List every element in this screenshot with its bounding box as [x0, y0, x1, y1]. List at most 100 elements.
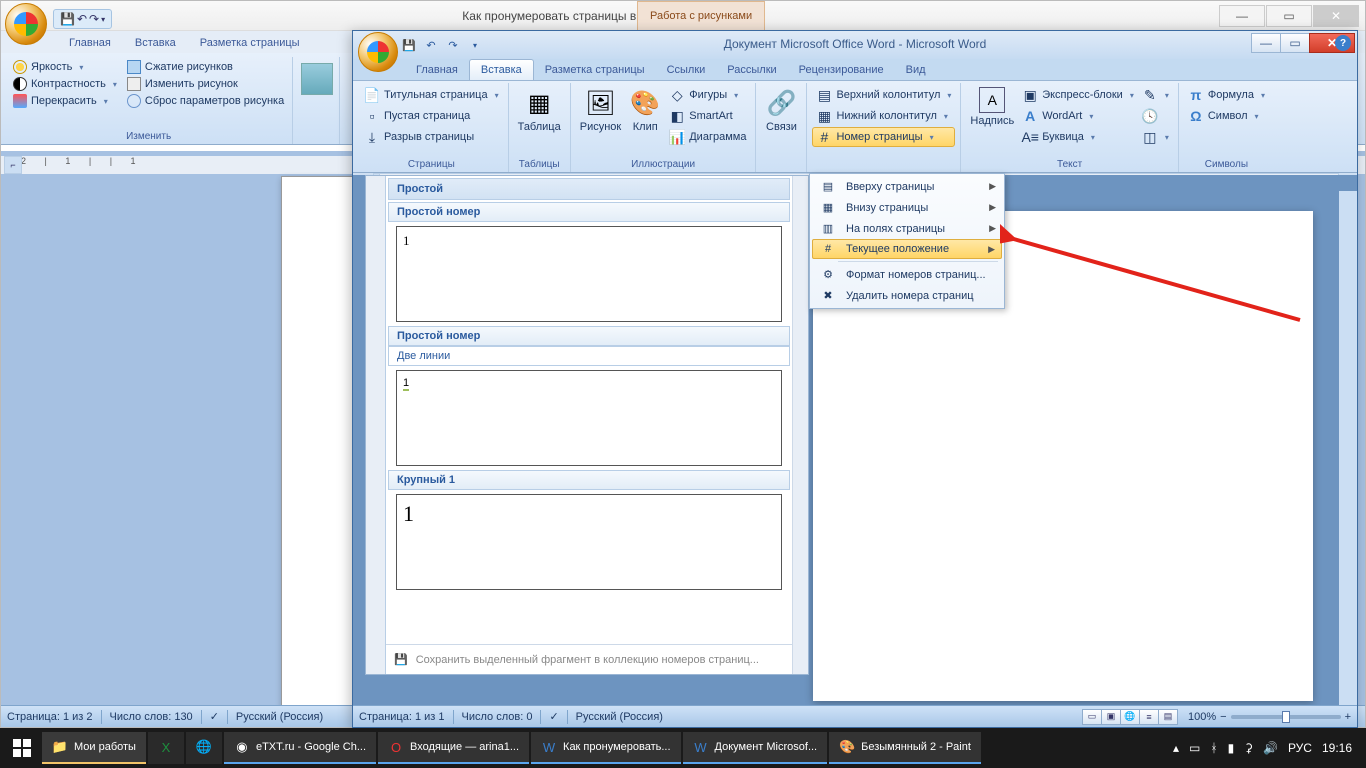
tray-action-icon[interactable]: ▭: [1189, 741, 1200, 755]
view-web[interactable]: 🌐: [1120, 709, 1140, 725]
gallery-item-simple-1[interactable]: Простой номер 1: [388, 202, 790, 322]
view-draft[interactable]: ▤: [1158, 709, 1178, 725]
bg-tab-home[interactable]: Главная: [57, 33, 123, 53]
taskbar-opera[interactable]: OВходящие — arina1...: [378, 732, 529, 764]
btn-chart[interactable]: 📊Диаграмма: [665, 127, 750, 147]
fg-tab-refs[interactable]: Ссылки: [656, 60, 717, 80]
btn-page-break[interactable]: ⤓Разрыв страницы: [360, 127, 503, 147]
btn-dropcap[interactable]: A≡Буквица: [1018, 127, 1138, 147]
bg-btn-reset[interactable]: Сброс параметров рисунка: [125, 93, 286, 109]
fg-maximize-button[interactable]: ▭: [1280, 33, 1310, 53]
btn-shapes[interactable]: ◇Фигуры: [665, 85, 750, 105]
menu-bottom-of-page[interactable]: ▦Внизу страницы▶: [812, 197, 1002, 218]
save-icon[interactable]: 💾: [60, 12, 75, 26]
fg-status-proof-icon[interactable]: ✓: [549, 710, 558, 723]
taskbar-chrome[interactable]: ◉eTXT.ru - Google Ch...: [224, 732, 376, 764]
tray-volume-icon[interactable]: 🔊: [1263, 741, 1278, 755]
btn-picture[interactable]: 🖼Рисунок: [576, 85, 626, 147]
fg-tab-home[interactable]: Главная: [405, 60, 469, 80]
tray-bluetooth-icon[interactable]: ᚼ: [1210, 741, 1217, 755]
fg-status-page[interactable]: Страница: 1 из 1: [359, 711, 445, 723]
taskbar-paint[interactable]: 🎨Безымянный 2 - Paint: [829, 732, 981, 764]
gallery-item-large-1[interactable]: Крупный 1 1: [388, 470, 790, 590]
bg-office-button[interactable]: [5, 3, 47, 45]
bg-btn-compress[interactable]: Сжатие рисунков: [125, 59, 286, 75]
taskbar-explorer[interactable]: 📁 Мои работы: [42, 732, 146, 764]
undo-icon[interactable]: ↶: [423, 37, 439, 53]
bg-btn-contrast[interactable]: Контрастность: [11, 76, 119, 92]
fg-zoom-value[interactable]: 100%: [1188, 711, 1216, 723]
btn-textbox[interactable]: AНадпись: [966, 85, 1018, 147]
bg-status-words[interactable]: Число слов: 130: [110, 711, 193, 723]
menu-top-of-page[interactable]: ▤Вверху страницы▶: [812, 176, 1002, 197]
fg-status-lang[interactable]: Русский (Россия): [576, 711, 663, 723]
picture-style-preview[interactable]: [301, 63, 333, 95]
tray-clock[interactable]: 19:16: [1322, 741, 1352, 755]
btn-footer[interactable]: ▦Нижний колонтитул: [812, 106, 955, 126]
tray-lang[interactable]: РУС: [1288, 741, 1312, 755]
fg-tab-mail[interactable]: Рассылки: [716, 60, 787, 80]
menu-format-numbers[interactable]: ⚙Формат номеров страниц...: [812, 264, 1002, 285]
taskbar-word1[interactable]: WКак пронумеровать...: [531, 732, 681, 764]
fg-tab-insert[interactable]: Вставка: [469, 59, 534, 80]
view-print-layout[interactable]: ▭: [1082, 709, 1102, 725]
btn-wordart[interactable]: AWordArt: [1018, 106, 1138, 126]
gallery-scroll[interactable]: Простой Простой номер 1 Простой номер Дв…: [386, 176, 792, 644]
btn-cover-page[interactable]: 📄Титульная страница: [360, 85, 503, 105]
gallery-item-simple-2[interactable]: Простой номер Две линии 1: [388, 326, 790, 466]
menu-current-position[interactable]: #Текущее положение▶: [812, 239, 1002, 259]
btn-links[interactable]: 🔗Связи: [761, 85, 801, 135]
btn-table[interactable]: ▦ Таблица: [514, 85, 565, 135]
btn-datetime[interactable]: 🕓: [1138, 106, 1173, 126]
bg-btn-brightness[interactable]: Яркость: [11, 59, 119, 75]
bg-status-page[interactable]: Страница: 1 из 2: [7, 711, 93, 723]
bg-minimize-button[interactable]: —: [1219, 5, 1265, 27]
redo-icon[interactable]: ↷: [89, 12, 99, 26]
btn-object[interactable]: ◫: [1138, 127, 1173, 147]
bg-btn-change[interactable]: Изменить рисунок: [125, 76, 286, 92]
btn-blank-page[interactable]: ▫Пустая страница: [360, 106, 503, 126]
fg-vertical-ruler[interactable]: [366, 176, 386, 674]
fg-tab-view[interactable]: Вид: [895, 60, 937, 80]
btn-symbol[interactable]: ΩСимвол: [1184, 106, 1269, 126]
fg-minimize-button[interactable]: —: [1251, 33, 1281, 53]
taskbar-edge-pinned[interactable]: 🌐: [186, 732, 222, 764]
tray-battery-icon[interactable]: ▮: [1228, 741, 1235, 755]
bg-close-button[interactable]: ✕: [1313, 5, 1359, 27]
btn-header[interactable]: ▤Верхний колонтитул: [812, 85, 955, 105]
btn-quickparts[interactable]: ▣Экспресс-блоки: [1018, 85, 1138, 105]
menu-remove-numbers[interactable]: ✖Удалить номера страниц: [812, 285, 1002, 306]
taskbar-excel-pinned[interactable]: X: [148, 732, 184, 764]
redo-icon[interactable]: ↷: [445, 37, 461, 53]
zoom-out-button[interactable]: −: [1220, 711, 1226, 723]
zoom-slider[interactable]: [1231, 715, 1341, 719]
tray-network-icon[interactable]: ⚳: [1244, 741, 1253, 755]
menu-page-margins[interactable]: ▥На полях страницы▶: [812, 218, 1002, 239]
tray-up-icon[interactable]: ▴: [1173, 741, 1179, 755]
bg-status-proof-icon[interactable]: ✓: [210, 710, 219, 723]
btn-clip[interactable]: 🎨Клип: [625, 85, 665, 147]
undo-icon[interactable]: ↶: [77, 12, 87, 26]
bg-ruler-corner[interactable]: ⌐: [4, 156, 22, 174]
btn-page-number[interactable]: #Номер страницы: [812, 127, 955, 147]
gallery-save-selection[interactable]: 💾 Сохранить выделенный фрагмент в коллек…: [386, 644, 792, 674]
qat-more-icon[interactable]: ▾: [101, 15, 105, 24]
start-button[interactable]: [4, 730, 40, 766]
fg-status-words[interactable]: Число слов: 0: [462, 711, 533, 723]
qat-more-icon[interactable]: ▾: [467, 37, 483, 53]
taskbar-word2[interactable]: WДокумент Microsof...: [683, 732, 828, 764]
bg-maximize-button[interactable]: ▭: [1266, 5, 1312, 27]
btn-signature[interactable]: ✎: [1138, 85, 1173, 105]
fg-office-button[interactable]: [358, 32, 398, 72]
fg-tab-layout[interactable]: Разметка страницы: [534, 60, 656, 80]
view-outline[interactable]: ≡: [1139, 709, 1159, 725]
bg-btn-recolor[interactable]: Перекрасить: [11, 93, 119, 109]
help-icon[interactable]: ?: [1335, 35, 1351, 51]
view-full-screen[interactable]: ▣: [1101, 709, 1121, 725]
btn-smartart[interactable]: ◧SmartArt: [665, 106, 750, 126]
save-icon[interactable]: 💾: [401, 37, 417, 53]
bg-picture-tools-tab[interactable]: Работа с рисунками: [637, 1, 765, 31]
bg-tab-insert[interactable]: Вставка: [123, 33, 188, 53]
zoom-in-button[interactable]: +: [1345, 711, 1351, 723]
gallery-scrollbar[interactable]: [792, 176, 808, 674]
